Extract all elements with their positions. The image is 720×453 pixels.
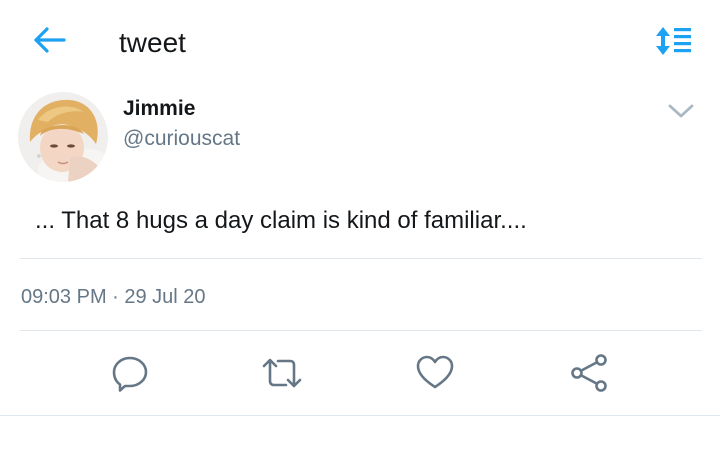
reply-button[interactable] [108,354,152,396]
divider [0,415,720,416]
divider [20,330,702,331]
retweet-button[interactable] [260,354,304,396]
heart-icon [415,353,455,398]
tweet-menu-button[interactable] [664,96,698,130]
page-title: tweet [119,27,186,58]
author-handle: @curiouscat [123,127,241,150]
tweet-timestamp: 09:03 PM · 29 Jul 20 [21,286,206,308]
sort-list-icon [655,25,693,62]
like-button[interactable] [413,354,457,396]
sort-button[interactable] [654,26,694,60]
avatar[interactable] [18,92,108,182]
share-icon [569,353,609,398]
back-button[interactable] [30,24,70,60]
tweet-text: ... That 8 hugs a day claim is kind of f… [35,207,527,234]
retweet-icon [260,353,304,398]
author-name[interactable]: Jimmie [123,96,195,122]
share-button[interactable] [567,353,611,398]
reply-icon [110,353,150,398]
arrow-left-icon [33,26,67,59]
top-app-bar: tweet [0,0,720,86]
tweet-author: Jimmie @curiouscat [0,86,720,186]
chevron-down-icon [668,103,694,124]
divider [20,258,702,259]
